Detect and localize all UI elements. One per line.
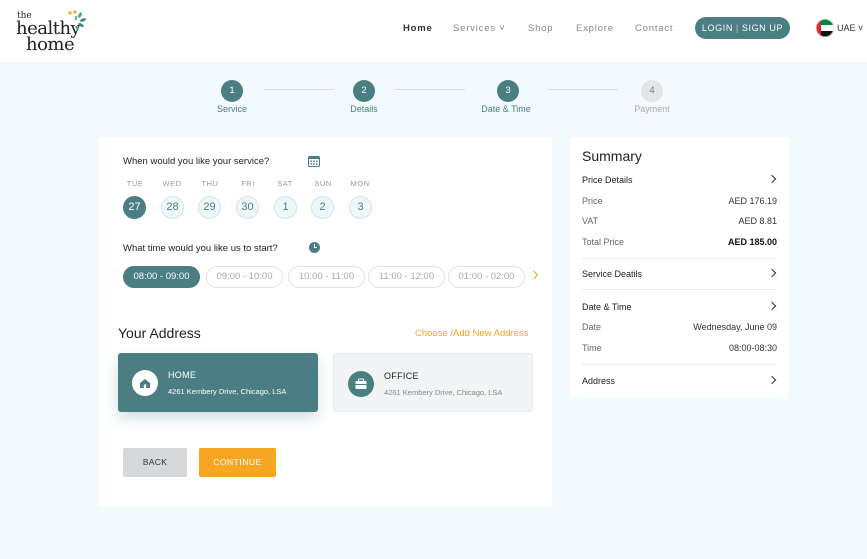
day-label: MON — [350, 179, 370, 188]
step-2-circle[interactable]: 2 — [353, 80, 375, 102]
calendar-icon[interactable] — [308, 155, 320, 167]
address-name: HOME — [168, 370, 197, 380]
time-slot[interactable]: 10:00 - 11:00 — [288, 266, 365, 288]
logo-text-bottom: home — [26, 34, 75, 55]
date-time-heading[interactable]: Date & Time — [582, 302, 632, 312]
step-1-circle[interactable]: 1 — [221, 80, 243, 102]
step-2-label: Details — [350, 104, 378, 114]
day-label: FRI — [241, 179, 255, 188]
time-label: Time — [582, 343, 602, 353]
continue-button[interactable]: CONTINUE — [199, 448, 276, 477]
address-heading[interactable]: Address — [582, 376, 615, 386]
step-4-label: Payment — [634, 104, 670, 114]
nav-home[interactable]: Home — [403, 23, 433, 34]
date-option[interactable]: 29 — [198, 196, 221, 219]
nav-shop[interactable]: Shop — [528, 23, 553, 34]
address-line: 4261 Kembery Drive, Chicago, LSA — [384, 388, 503, 397]
date-option[interactable]: 30 — [236, 196, 259, 219]
login-signup-button[interactable]: LOGIN | SIGN UP — [695, 17, 790, 39]
date-value: Wednesday, June 09 — [693, 322, 777, 332]
day-label: WED — [162, 179, 182, 188]
stepper-connector — [548, 89, 618, 90]
day-label: THU — [201, 179, 219, 188]
total-value: AED 185.00 — [727, 237, 777, 247]
choose-add-address-link[interactable]: Choose /Add New Address — [415, 328, 529, 339]
date-option[interactable]: 1 — [274, 196, 297, 219]
time-slot[interactable]: 09:00 - 10:00 — [206, 266, 283, 288]
login-label: LOGIN — [701, 23, 733, 33]
address-card-office[interactable]: OFFICE 4261 Kembery Drive, Chicago, LSA — [333, 353, 533, 412]
address-name: OFFICE — [384, 371, 419, 381]
address-section-title: Your Address — [118, 325, 201, 341]
nav-services[interactable]: Services ˅ — [453, 23, 506, 34]
login-separator: | — [735, 23, 739, 33]
price-value: AED 176.19 — [728, 196, 777, 206]
nav-contact[interactable]: Contact — [635, 23, 673, 34]
briefcase-icon — [348, 371, 374, 397]
day-label: SAT — [277, 179, 293, 188]
vat-value: AED 8.81 — [738, 216, 777, 226]
service-details-heading[interactable]: Service Deatils — [582, 269, 642, 279]
stepper-connector — [395, 89, 465, 90]
date-option[interactable]: 28 — [161, 196, 184, 219]
summary-title: Summary — [582, 148, 642, 164]
uae-flag-icon[interactable] — [816, 19, 834, 37]
clock-icon — [309, 242, 320, 253]
step-3-circle[interactable]: 3 — [497, 80, 519, 102]
header: the healthy home Home Services ˅ Shop Ex… — [0, 0, 867, 62]
summary-divider — [582, 258, 777, 259]
time-question: What time would you like us to start? — [123, 243, 278, 254]
day-label: SUN — [314, 179, 332, 188]
time-slot-selected[interactable]: 08:00 - 09:00 — [123, 266, 200, 288]
date-option[interactable]: 3 — [349, 196, 372, 219]
nav-explore[interactable]: Explore — [576, 23, 614, 34]
price-details-heading[interactable]: Price Details — [582, 175, 633, 185]
time-slot[interactable]: 01:00 - 02:00 — [448, 266, 525, 288]
step-4-circle[interactable]: 4 — [641, 80, 663, 102]
total-label: Total Price — [582, 237, 625, 247]
address-line: 4261 Kembery Drive, Chicago, LSA — [168, 387, 287, 396]
logo-leaf-icon — [68, 10, 87, 31]
home-icon — [132, 370, 158, 396]
date-option-selected[interactable]: 27 — [123, 196, 146, 219]
stepper-connector — [264, 89, 334, 90]
summary-divider — [582, 364, 777, 365]
date-option[interactable]: 2 — [311, 196, 334, 219]
date-question: When would you like your service? — [123, 156, 270, 167]
price-label: Price — [582, 196, 603, 206]
step-1-label: Service — [216, 104, 247, 114]
vat-label: VAT — [582, 216, 599, 226]
address-card-home[interactable]: HOME 4261 Kembery Drive, Chicago, LSA — [118, 353, 318, 412]
day-label: TUE — [126, 179, 144, 188]
time-slot[interactable]: 11:00 - 12:00 — [368, 266, 445, 288]
region-selector[interactable]: UAE ˅ — [837, 23, 863, 33]
back-button[interactable]: BACK — [123, 448, 187, 477]
date-label: Date — [582, 322, 602, 332]
brand-logo[interactable]: the healthy home — [16, 10, 96, 55]
step-3-label: Date & Time — [481, 104, 531, 114]
time-value: 08:00-08:30 — [728, 343, 777, 353]
summary-divider — [582, 289, 777, 290]
signup-label: SIGN UP — [741, 23, 784, 33]
